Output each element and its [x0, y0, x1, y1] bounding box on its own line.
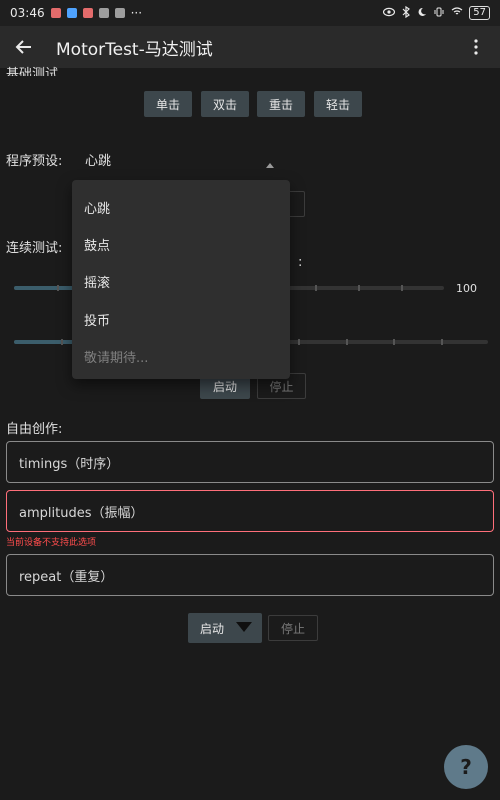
free-creation-label: 自由创作: — [6, 422, 63, 437]
continuous-colon: : — [298, 255, 303, 270]
amplitudes-field[interactable]: amplitudes（振幅） — [6, 490, 494, 532]
help-fab-label: ? — [460, 755, 472, 779]
free-start-button[interactable]: 启动 — [188, 613, 262, 643]
more-vert-icon[interactable] — [464, 35, 488, 59]
heavy-tap-button[interactable]: 重击 — [257, 91, 305, 117]
app-notification-icon — [82, 8, 93, 18]
slider-tick — [401, 285, 403, 291]
slider-tick — [345, 339, 348, 345]
status-more: ··· — [130, 6, 143, 20]
caret-down-icon — [236, 621, 253, 635]
light-tap-button[interactable]: 轻击 — [314, 91, 362, 117]
preset-label: 程序预设: — [6, 154, 63, 169]
slider-tick — [440, 339, 443, 345]
continuous-test-label: 连续测试: — [6, 241, 63, 256]
double-tap-button[interactable]: 双击 — [201, 91, 249, 117]
app-notification-icon — [114, 8, 125, 18]
slider-tick — [61, 339, 64, 345]
status-time: 03:46 — [10, 6, 45, 20]
single-tap-button[interactable]: 单击 — [144, 91, 192, 117]
preset-dropdown-menu: 心跳 鼓点 摇滚 投币 敬请期待... — [72, 180, 290, 379]
chevron-up-icon[interactable] — [266, 153, 274, 172]
back-arrow-icon[interactable] — [12, 35, 36, 59]
app-notification-icon — [66, 8, 77, 18]
battery-icon: 57 — [469, 6, 490, 20]
dropdown-option[interactable]: 投币 — [84, 310, 110, 329]
repeat-field[interactable]: repeat（重复） — [6, 554, 494, 596]
dropdown-option-disabled: 敬请期待... — [84, 351, 149, 366]
dropdown-option[interactable]: 鼓点 — [84, 235, 110, 254]
wifi-icon — [451, 6, 463, 20]
status-bar: 03:46 ··· 57 — [0, 0, 500, 26]
vibrate-icon — [433, 7, 445, 20]
bluetooth-icon — [401, 5, 411, 21]
timings-field[interactable]: timings（时序） — [6, 441, 494, 483]
slider-tick — [315, 285, 317, 291]
moon-icon — [417, 7, 427, 20]
slider-tick — [358, 285, 360, 291]
free-stop-button[interactable]: 停止 — [268, 615, 318, 641]
app-notification-icon — [98, 8, 109, 18]
eye-icon — [383, 7, 396, 20]
dropdown-option[interactable]: 摇滚 — [84, 272, 110, 291]
app-notification-icon — [50, 8, 61, 18]
dropdown-option[interactable]: 心跳 — [84, 198, 110, 217]
amplitudes-error-text: 当前设备不支持此选项 — [6, 538, 97, 548]
basic-test-label: 基础测试 — [6, 67, 59, 76]
free-start-label: 启动 — [200, 621, 225, 636]
app-bar: MotorTest-马达测试 — [0, 26, 500, 68]
help-fab[interactable]: ? — [444, 745, 488, 789]
slider-tick — [298, 339, 301, 345]
preset-selected-value[interactable]: 心跳 — [85, 150, 111, 169]
slider-tick — [393, 339, 396, 345]
page-title: MotorTest-马达测试 — [56, 39, 213, 60]
slider-tick — [57, 285, 59, 291]
slider-max-label: 100 — [456, 282, 477, 295]
